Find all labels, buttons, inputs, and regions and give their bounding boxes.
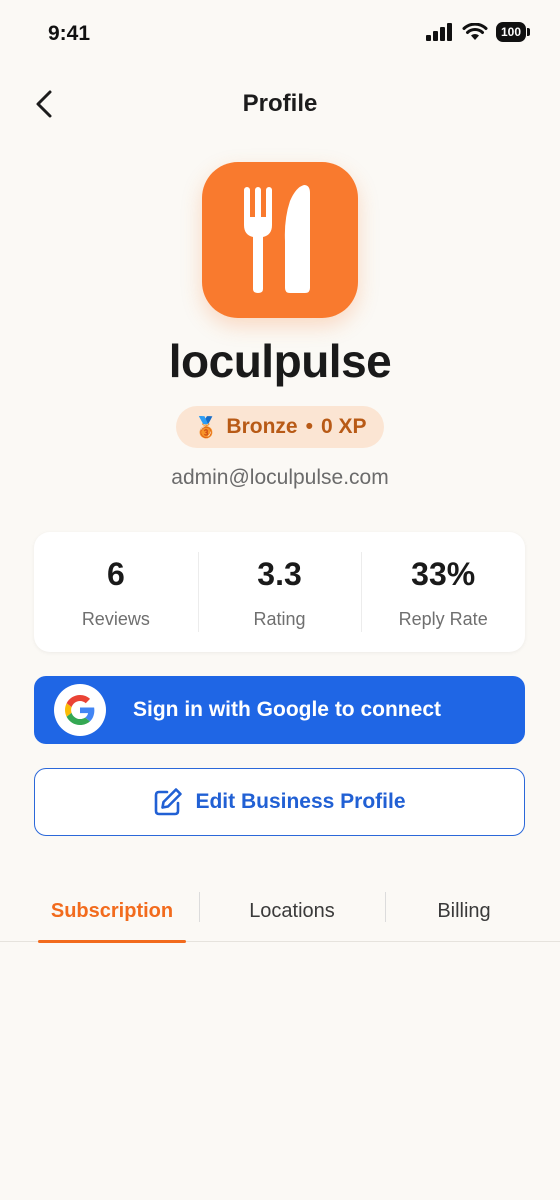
status-bar: 9:41 100	[0, 0, 560, 70]
rank-badge: 🥉 Bronze • 0 XP	[176, 406, 384, 448]
stat-value: 6	[106, 556, 125, 592]
battery-icon: 100	[495, 22, 531, 42]
stat-label: Reviews	[81, 609, 150, 629]
rank-separator: •	[305, 415, 313, 438]
tab-divider	[385, 892, 386, 922]
cellular-signal-icon	[425, 23, 452, 41]
stat-value: 3.3	[257, 556, 302, 592]
google-sign-in-button[interactable]: Sign in with Google to connect	[34, 676, 525, 744]
fork-knife-icon	[244, 185, 310, 293]
business-name: loculpulse	[168, 335, 392, 387]
tab-locations[interactable]: Locations	[212, 880, 372, 942]
bronze-medal-icon: 🥉	[193, 416, 219, 439]
wifi-icon	[462, 23, 488, 40]
profile-screen: 9:41 100 Profile loculpulse 🥉 Bronze • 0…	[0, 0, 560, 1200]
tab-subscription[interactable]: Subscription	[38, 880, 186, 943]
stat-rating: 3.3 Rating	[197, 552, 362, 632]
google-g-icon	[65, 695, 95, 725]
edit-button-label: Edit Business Profile	[195, 790, 406, 813]
stats-card: 6 Reviews 3.3 Rating 33% Reply Rate	[34, 532, 525, 652]
nav-bar: Profile	[0, 78, 560, 130]
tab-bar: Subscription Locations Billing	[0, 880, 560, 943]
profile-email: admin@loculpulse.com	[171, 466, 389, 489]
rank-xp: 0 XP	[320, 415, 367, 438]
status-time: 9:41	[48, 22, 91, 45]
edit-icon	[155, 788, 183, 816]
stat-label: Reply Rate	[398, 609, 488, 629]
stat-label: Rating	[253, 609, 306, 629]
stat-reply-rate: 33% Reply Rate	[361, 552, 525, 632]
google-logo-icon	[54, 684, 106, 736]
edit-business-profile-button[interactable]: Edit Business Profile	[34, 768, 525, 836]
status-icons: 100	[425, 22, 531, 42]
stat-value: 33%	[411, 556, 476, 592]
rank-tier: Bronze	[226, 415, 298, 438]
tab-divider	[199, 892, 200, 922]
tab-billing[interactable]: Billing	[398, 880, 530, 942]
google-button-label: Sign in with Google to connect	[133, 698, 441, 721]
app-logo	[202, 162, 358, 318]
page-title: Profile	[242, 90, 318, 117]
stat-reviews: 6 Reviews	[34, 552, 198, 632]
